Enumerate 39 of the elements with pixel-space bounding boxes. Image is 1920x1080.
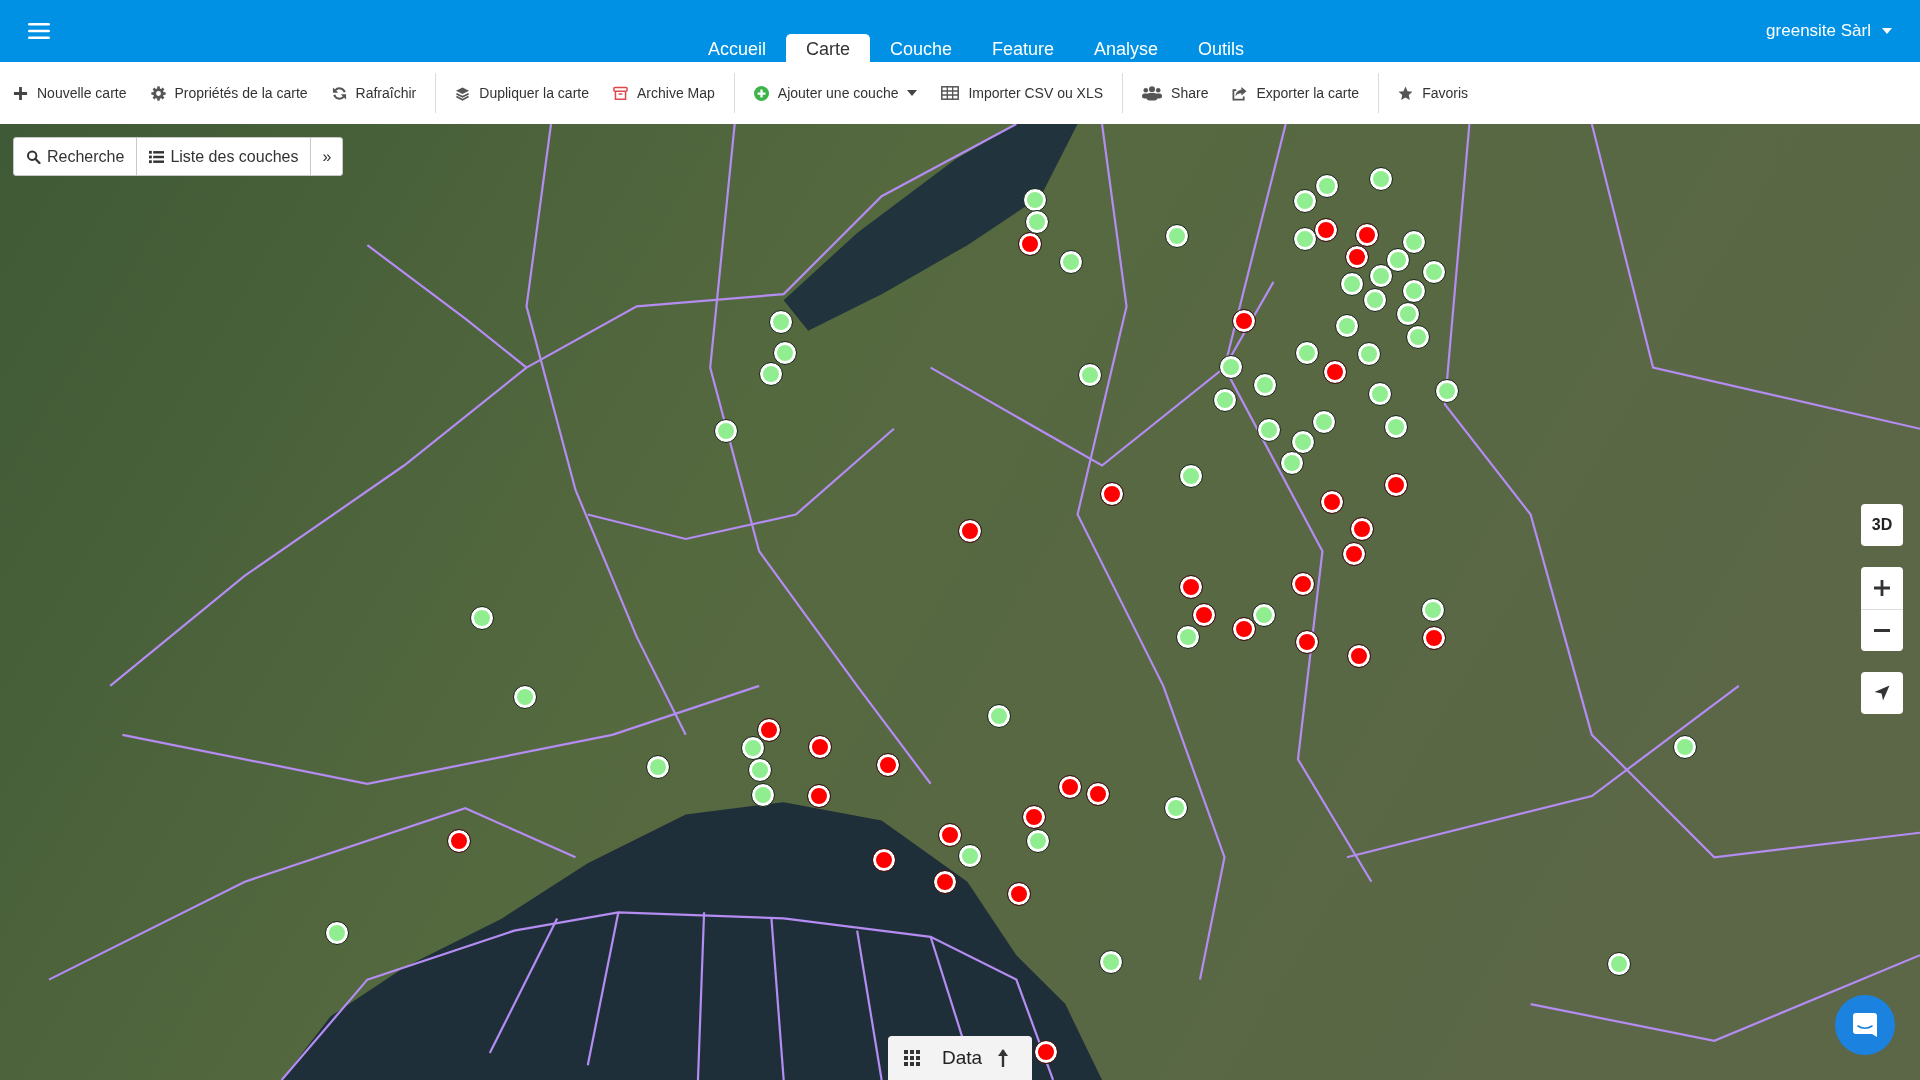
table-icon — [941, 85, 960, 101]
map-properties-button[interactable]: Propriétés de la carte — [138, 73, 320, 113]
export-map-button[interactable]: Exporter la carte — [1220, 73, 1372, 113]
caret-down-icon — [1882, 28, 1892, 34]
chat-bubble-icon — [1853, 1013, 1877, 1037]
plus-circle-icon — [753, 85, 769, 101]
refresh-icon — [331, 85, 347, 101]
duplicate-map-button[interactable]: Dupliquer la carte — [443, 73, 601, 113]
share-button[interactable]: Share — [1130, 73, 1221, 113]
archive-map-button[interactable]: Archive Map — [601, 73, 727, 113]
gear-icon — [150, 85, 166, 101]
import-csv-button[interactable]: Importer CSV ou XLS — [929, 73, 1116, 113]
plus-icon — [13, 85, 28, 101]
menu-icon[interactable] — [28, 23, 50, 39]
zoom-out-button[interactable] — [1861, 609, 1903, 651]
layers-icon — [455, 85, 471, 101]
zoom-in-button[interactable] — [1861, 567, 1903, 609]
archive-box-icon — [613, 85, 628, 101]
new-map-button[interactable]: Nouvelle carte — [1, 73, 139, 113]
search-icon — [26, 149, 41, 164]
share-arrow-icon — [1232, 85, 1248, 101]
arrow-up-icon — [998, 1049, 1009, 1067]
data-panel-button[interactable]: Data — [888, 1036, 1032, 1080]
layer-list-button[interactable]: Liste des couches — [137, 138, 312, 175]
grid-icon — [904, 1050, 920, 1066]
plus-icon — [1874, 580, 1890, 596]
navigation-arrow-icon — [1874, 685, 1890, 701]
list-icon — [149, 149, 165, 164]
locate-button[interactable] — [1861, 672, 1903, 714]
view-3d-button[interactable]: 3D — [1861, 504, 1903, 546]
search-button[interactable]: Recherche — [14, 138, 138, 175]
users-icon — [1142, 85, 1163, 101]
favorites-button[interactable]: Favoris — [1386, 73, 1481, 113]
minus-icon — [1874, 629, 1890, 632]
refresh-button[interactable]: Rafraîchir — [319, 73, 429, 113]
add-layer-button[interactable]: Ajouter une couche — [741, 73, 930, 113]
expand-button[interactable]: » — [311, 138, 343, 175]
star-icon — [1398, 85, 1414, 101]
nav-tab[interactable]: Carte — [785, 34, 870, 62]
